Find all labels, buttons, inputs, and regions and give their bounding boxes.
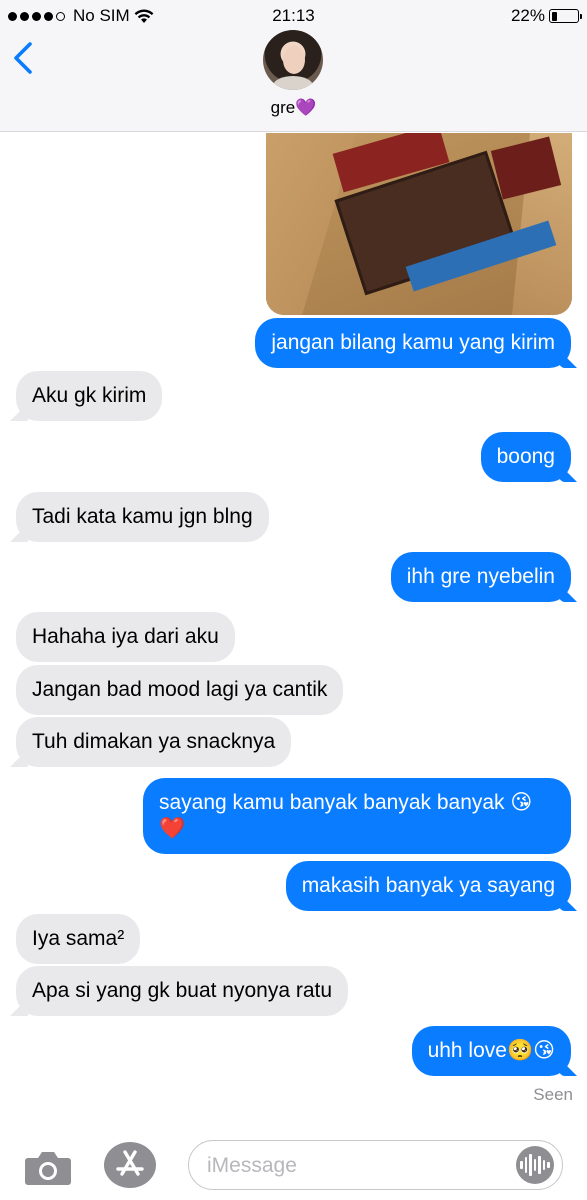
status-time: 21:13 bbox=[272, 6, 315, 25]
conversation-header: gre💜 bbox=[0, 30, 587, 132]
battery-fill bbox=[551, 11, 557, 21]
input-bar bbox=[0, 1130, 587, 1200]
message-bubble-outgoing[interactable]: uhh love🥺😘 bbox=[411, 1026, 571, 1076]
voice-waveform-icon[interactable] bbox=[516, 1146, 554, 1184]
message-field[interactable] bbox=[188, 1140, 563, 1190]
message-bubble-incoming[interactable]: Tuh dimakan ya snacknya bbox=[16, 717, 292, 767]
message-bubble-incoming[interactable]: Jangan bad mood lagi ya cantik bbox=[16, 665, 344, 715]
battery-percent: 22% bbox=[510, 6, 545, 25]
avatar-shirt bbox=[273, 76, 313, 90]
message-bubble-outgoing[interactable]: makasih banyak ya sayang bbox=[285, 861, 571, 911]
battery-icon bbox=[549, 9, 582, 23]
app-store-button[interactable] bbox=[104, 1142, 156, 1188]
message-bubble-incoming[interactable]: Aku gk kirim bbox=[16, 371, 163, 421]
status-right: 22% bbox=[510, 6, 582, 26]
avatar[interactable] bbox=[263, 30, 323, 90]
message-bubble-outgoing[interactable]: ihh gre nyebelin bbox=[390, 552, 571, 602]
message-bubble-outgoing[interactable]: boong bbox=[480, 432, 571, 482]
message-bubble-outgoing[interactable]: sayang kamu banyak banyak banyak 😘❤️ bbox=[143, 778, 571, 854]
message-bubble-outgoing[interactable]: jangan bilang kamu yang kirim bbox=[255, 318, 571, 368]
message-bubble-incoming[interactable]: Hahaha iya dari aku bbox=[16, 612, 235, 662]
status-bar: No SIM 21:13 22% bbox=[0, 0, 587, 32]
message-bubble-incoming[interactable]: Apa si yang gk buat nyonya ratu bbox=[16, 966, 349, 1016]
message-bubble-incoming[interactable]: Iya sama² bbox=[16, 914, 141, 964]
camera-icon[interactable] bbox=[24, 1150, 72, 1186]
message-bubble-incoming[interactable]: Tadi kata kamu jgn blng bbox=[16, 492, 269, 542]
photo-attachment[interactable] bbox=[266, 133, 572, 315]
app-store-icon bbox=[116, 1150, 144, 1176]
message-input[interactable] bbox=[207, 1151, 507, 1181]
avatar-face bbox=[283, 46, 305, 74]
read-receipt: Seen bbox=[533, 1085, 573, 1104]
message-list[interactable]: jangan bilang kamu yang kirim Aku gk kir… bbox=[0, 133, 587, 1130]
contact-name[interactable]: gre💜 bbox=[0, 98, 587, 118]
back-chevron-icon[interactable] bbox=[10, 38, 40, 78]
